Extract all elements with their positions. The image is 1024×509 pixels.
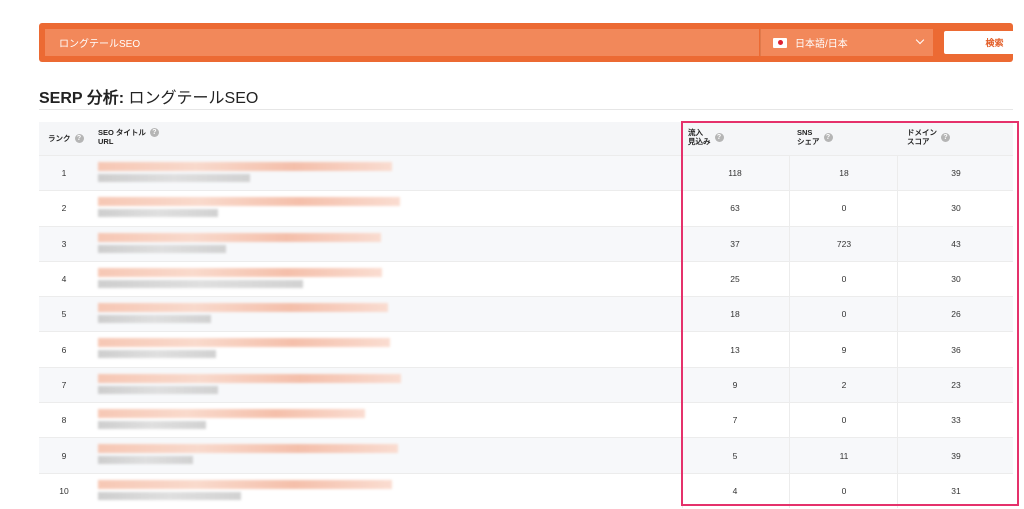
blurred-title[interactable]	[98, 197, 400, 207]
blurred-title[interactable]	[98, 444, 398, 454]
rank-cell: 4	[61, 274, 67, 285]
blurred-url[interactable]	[98, 385, 218, 394]
help-icon[interactable]: ?	[74, 134, 84, 143]
blurred-title[interactable]	[98, 162, 392, 171]
blurred-url[interactable]	[98, 279, 303, 288]
highlight-box	[681, 121, 1019, 506]
search-button[interactable]: 検索	[944, 31, 1024, 54]
rank-cell: 7	[61, 379, 67, 390]
chevron-down-icon	[915, 35, 925, 45]
blurred-url[interactable]	[98, 491, 241, 500]
language-select[interactable]: 日本語/日本	[760, 29, 933, 56]
blurred-title[interactable]	[98, 479, 392, 489]
rank-cell: 3	[61, 238, 67, 249]
blurred-url[interactable]	[98, 315, 211, 324]
blurred-title[interactable]	[98, 303, 388, 313]
japan-flag-icon	[773, 37, 787, 48]
search-input[interactable]: ロングテールSEO	[45, 29, 759, 56]
blurred-url[interactable]	[98, 350, 216, 359]
blurred-url[interactable]	[98, 174, 250, 182]
rank-cell: 1	[61, 168, 67, 179]
header-rank-label: ランク	[48, 134, 71, 143]
blurred-url[interactable]	[98, 244, 226, 253]
blurred-title[interactable]	[98, 338, 390, 348]
rank-cell: 10	[59, 485, 69, 496]
rank-cell: 8	[61, 415, 67, 426]
language-label: 日本語/日本	[795, 39, 848, 50]
page-title: SERP 分析: ロングテールSEO	[39, 84, 258, 108]
header-rank: ランク ?	[48, 134, 84, 143]
rank-cell: 6	[61, 344, 67, 355]
blurred-title[interactable]	[98, 232, 381, 242]
page-title-prefix: SERP 分析:	[39, 90, 125, 107]
rank-cell: 5	[61, 309, 67, 320]
header-title-url: SEO タイトル ? URL	[98, 128, 159, 146]
divider	[39, 109, 1013, 110]
header-title-label: SEO タイトル	[98, 128, 146, 137]
blurred-url[interactable]	[98, 421, 206, 430]
help-icon[interactable]: ?	[149, 128, 159, 137]
blurred-url[interactable]	[98, 456, 193, 465]
blurred-title[interactable]	[98, 373, 401, 383]
blurred-title[interactable]	[98, 267, 382, 277]
page-title-keyword: ロングテールSEO	[128, 90, 259, 107]
search-bar: ロングテールSEO 日本語/日本 検索	[39, 23, 1024, 62]
blurred-title[interactable]	[98, 409, 365, 419]
rank-cell: 9	[61, 450, 67, 461]
rank-cell: 2	[61, 203, 67, 214]
blurred-url[interactable]	[98, 209, 218, 218]
header-url-label: URL	[98, 137, 114, 146]
